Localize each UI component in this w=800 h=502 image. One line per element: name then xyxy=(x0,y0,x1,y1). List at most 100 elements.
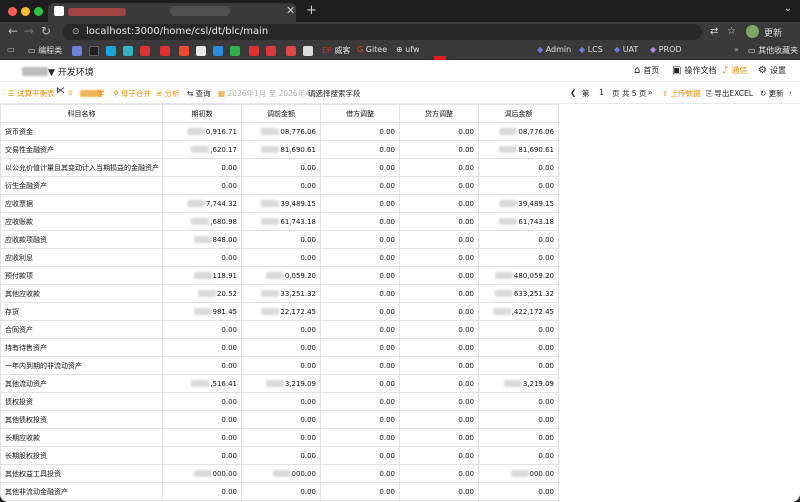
table-row[interactable]: 交易性金融资产 ,620.17 81,690.61 0.00 0.00 81,690.61 xyxy=(0,140,559,159)
back-icon[interactable]: ← xyxy=(8,24,18,38)
table-row[interactable]: 货币资金 0,916.71 08,776.06 0.00 0.00 08,776.06 xyxy=(0,122,559,141)
tab-list-chevron-icon[interactable]: ⌄ xyxy=(784,3,792,14)
table-row[interactable]: 其他应收款 20.52 33,251.32 0.00 0.00 633,251.32 xyxy=(0,284,559,303)
amount-cell: 0.00 xyxy=(241,428,321,447)
table-row[interactable]: 以公允价值计量且其变动计入当期损益的金融资产 0.00 0.00 0.00 0.00 0.… xyxy=(0,158,559,177)
learn-button[interactable]: ♕ xyxy=(67,88,74,97)
profile-avatar[interactable] xyxy=(746,25,759,38)
amount-value: 000.00 xyxy=(529,469,555,478)
amount-value: 0.00 xyxy=(379,487,395,496)
table-header-row: 科目名称 期初数 调前金额 借方调整 贷方调整 调后金额 xyxy=(0,104,559,123)
bookmark-folder-programming[interactable]: ▭ 编程类 xyxy=(28,45,62,56)
close-window-button[interactable] xyxy=(8,7,17,16)
table-row[interactable]: 预付款项 118.91 0,059.20 0.00 0.00 480,059.20 xyxy=(0,266,559,285)
amount-cell: 0.00 xyxy=(241,158,321,177)
bookmark-admin[interactable]: ◆ Admin xyxy=(537,45,571,54)
column-header[interactable]: 借方调整 xyxy=(320,104,400,123)
minimize-window-button[interactable] xyxy=(21,7,30,16)
table-row[interactable]: 其他权益工具投资 000.00 000.00 0.00 0.00 000.00 xyxy=(0,464,559,483)
new-tab-icon[interactable]: + xyxy=(306,3,317,18)
table-row[interactable]: 持有待售资产 0.00 0.00 0.00 0.00 0.00 xyxy=(0,338,559,357)
prev-page-icon[interactable]: ❮ xyxy=(570,88,576,97)
table-row[interactable]: 衍生金融资产 0.00 0.00 0.00 0.00 0.00 xyxy=(0,176,559,195)
table-row[interactable]: 债权投资 0.00 0.00 0.00 0.00 0.00 xyxy=(0,392,559,411)
account-name-cell: 其他流动资产 xyxy=(0,374,163,393)
tab-title-redacted xyxy=(68,8,126,16)
home-link[interactable]: ⌂ 首页 xyxy=(634,65,659,76)
site-info-icon[interactable]: ⊙ xyxy=(72,27,80,37)
bookmark-uat[interactable]: ◆ UAT xyxy=(614,45,638,54)
bookmark-favicon-icon[interactable] xyxy=(266,46,276,56)
column-header[interactable]: 期初数 xyxy=(162,104,242,123)
amount-cell: 0.00 xyxy=(399,266,479,285)
maximize-window-button[interactable] xyxy=(34,7,43,16)
search-field-select[interactable]: 请选择搜索字段 xyxy=(308,88,361,99)
query-button[interactable]: ⇆ 查询 xyxy=(187,88,211,99)
bookmark-favicon-icon[interactable] xyxy=(213,46,223,56)
bookmark-ufw[interactable]: ⊕ ufw xyxy=(396,45,420,54)
bookmark-favicon-icon[interactable] xyxy=(286,46,296,56)
table-row[interactable]: 应收账款 ,680.98 61,743.18 0.00 0.00 61,743.18 xyxy=(0,212,559,231)
column-header[interactable]: 科目名称 xyxy=(0,104,163,123)
bookmark-favicon-icon[interactable] xyxy=(106,46,116,56)
table-row[interactable]: 存货 981.45 22,172.45 0.00 0.00 ,422,172.45 xyxy=(0,302,559,321)
amount-cell: 0,059.20 xyxy=(241,266,321,285)
column-header[interactable]: 贷方调整 xyxy=(399,104,479,123)
table-row[interactable]: 其他债权投资 0.00 0.00 0.00 0.00 0.00 xyxy=(0,410,559,429)
bookmark-favicon-icon[interactable] xyxy=(72,46,82,56)
bookmark-favicon-icon[interactable] xyxy=(160,46,170,56)
collapse-left-icon[interactable]: ⋉ xyxy=(56,86,65,96)
period-range-picker[interactable]: ▦ 2026年1月 至 2026年4月 xyxy=(218,88,317,99)
amount-value: 0.00 xyxy=(538,451,554,460)
bookmark-favicon-icon[interactable] xyxy=(123,46,133,56)
refresh-button[interactable]: ↻ 更新 xyxy=(760,88,784,99)
table-row[interactable]: 应收票据 7,744.32 39,489.15 0.00 0.00 39,489.15 xyxy=(0,194,559,213)
bookmark-lcs[interactable]: ◆ LCS xyxy=(579,45,603,54)
browser-update-button[interactable]: 更新 xyxy=(764,26,782,39)
amount-value: 0.00 xyxy=(221,451,237,460)
page-number-input[interactable]: 1 xyxy=(599,88,604,97)
bookmark-favicon-icon[interactable] xyxy=(196,46,206,56)
next-page-icon[interactable]: » xyxy=(648,88,653,97)
account-name-cell: 应收款项融资 xyxy=(0,230,163,249)
table-row[interactable]: 应收款项融资 848.00 0.00 0.00 0.00 0.00 xyxy=(0,230,559,249)
forward-icon[interactable]: → xyxy=(24,24,34,38)
bookmark-favicon-icon[interactable] xyxy=(230,46,240,56)
docs-link[interactable]: ▣ 操作文档 xyxy=(672,65,716,76)
bookmark-gitee[interactable]: G Gitee xyxy=(357,45,387,54)
export-excel-button[interactable]: ⎘ 导出EXCEL xyxy=(706,88,753,99)
settings-link[interactable]: ⚙ 设置 xyxy=(758,65,786,76)
more-icon[interactable]: › xyxy=(789,88,792,97)
bookmark-star-icon[interactable]: ☆ xyxy=(727,26,736,37)
cast-icon[interactable]: ⇄ xyxy=(710,26,718,37)
more-bookmarks-icon[interactable]: » xyxy=(734,45,739,54)
notice-link[interactable]: ♪ 通信 xyxy=(722,65,747,76)
bookmark-favicon-icon[interactable] xyxy=(249,46,259,56)
close-tab-icon[interactable]: ✕ xyxy=(286,4,295,17)
other-bookmarks-folder[interactable]: ▭ 其他收藏夹 xyxy=(748,45,798,56)
bookmark-favicon-icon[interactable] xyxy=(140,46,150,56)
parent-child-merge-button[interactable]: ⚲ 母子合并 xyxy=(113,88,151,99)
table-row[interactable]: 合同资产 0.00 0.00 0.00 0.00 0.00 xyxy=(0,320,559,339)
environment-selector[interactable]: ▼ 开发环境 xyxy=(48,65,94,78)
table-row[interactable]: 其他非流动金融资产 0.00 0.00 0.00 0.00 0.00 xyxy=(0,482,559,501)
bookmark-weike[interactable]: EP 威客 xyxy=(322,45,350,56)
table-row[interactable]: 一年内到期的非流动资产 0.00 0.00 0.00 0.00 0.00 xyxy=(0,356,559,375)
upload-button[interactable]: ⇪ 上传数据 xyxy=(662,88,701,99)
apps-icon[interactable]: ▭ xyxy=(7,45,15,54)
trial-balance-button[interactable]: ☰ 试算平衡表 xyxy=(8,88,55,99)
table-row[interactable]: 长期股权投资 0.00 0.00 0.00 0.00 0.00 xyxy=(0,446,559,465)
table-row[interactable]: 长期应收款 0.00 0.00 0.00 0.00 0.00 xyxy=(0,428,559,447)
bookmark-favicon-icon[interactable] xyxy=(303,46,313,56)
bookmark-favicon-icon[interactable] xyxy=(179,46,189,56)
amount-value: 0.00 xyxy=(379,253,395,262)
column-header[interactable]: 调后金额 xyxy=(478,104,559,123)
table-row[interactable]: 其他流动资产 ,516.41 3,219.09 0.00 0.00 3,219.09 xyxy=(0,374,559,393)
bookmark-prod[interactable]: ◆ PROD xyxy=(650,45,682,54)
url-text[interactable]: localhost:3000/home/csl/dt/blc/main xyxy=(86,26,268,37)
bookmark-ai-icon[interactable] xyxy=(89,46,99,56)
table-row[interactable]: 应收利息 0.00 0.00 0.00 0.00 0.00 xyxy=(0,248,559,267)
column-header[interactable]: 调前金额 xyxy=(241,104,321,123)
analysis-button[interactable]: ≡ 分析 xyxy=(156,88,180,99)
reload-icon[interactable]: ↻ xyxy=(41,24,51,38)
